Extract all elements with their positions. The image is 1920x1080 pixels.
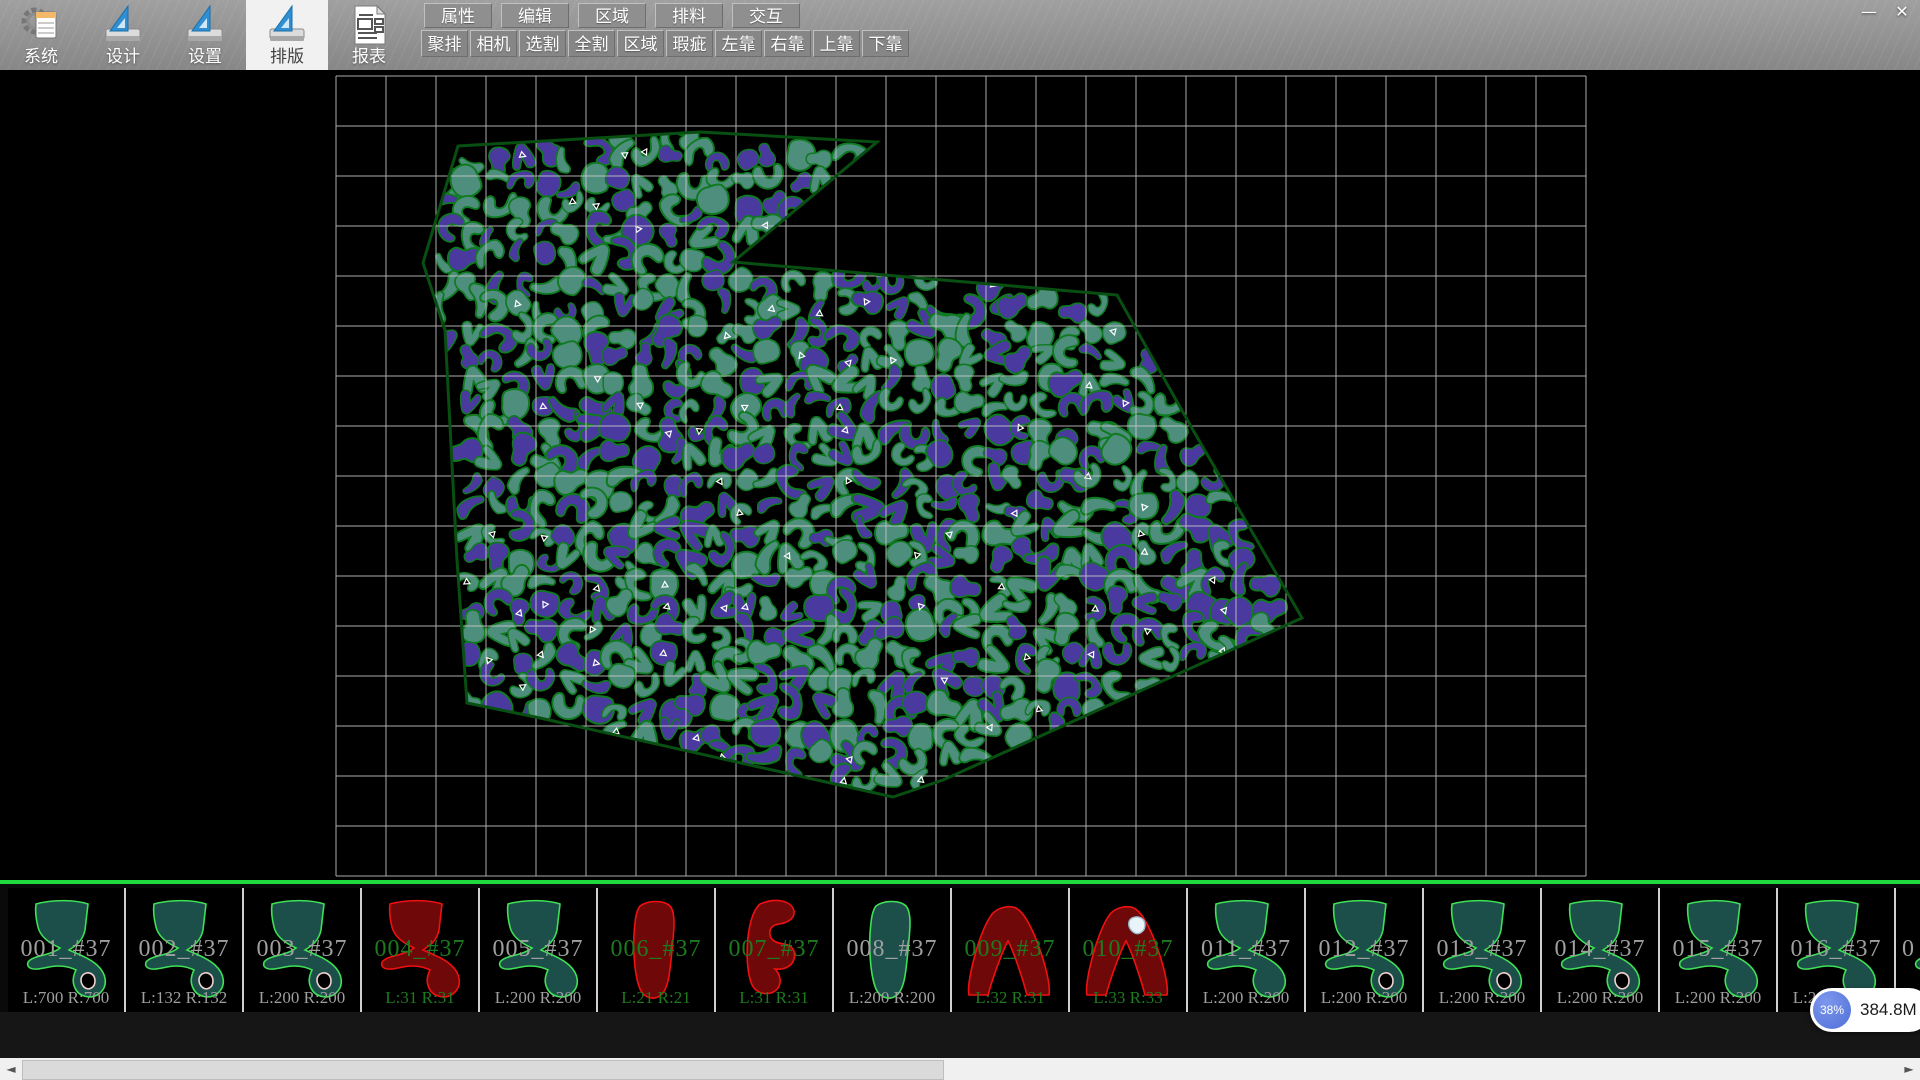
close-button[interactable]: ✕	[1888, 2, 1916, 22]
part-lr-count: L:31 R:31	[362, 988, 478, 1008]
part-lr-count: L:21 R:21	[598, 988, 714, 1008]
part-id: 0	[1896, 936, 1920, 963]
design-ruler-icon	[101, 3, 145, 47]
part-id: 007_#37	[716, 936, 832, 963]
ribbon-toolbar: 系统设计设置排版报表 属性编辑区域排料交互 聚排相机选割全割区域瑕疵左靠右靠上靠…	[0, 0, 1920, 70]
part-lr-count: L:200 R:200	[834, 988, 950, 1008]
tool-defect[interactable]: 瑕疵	[666, 30, 713, 57]
report-doc-icon	[347, 3, 391, 47]
part-id: 008_#37	[834, 936, 950, 963]
part-thumbnail-8[interactable]: 008_#37 L:200 R:200	[834, 888, 952, 1012]
parts-panel: 001_#37L:700 R:700002_#37L:132 R:132003_…	[0, 880, 1920, 1012]
part-id: 003_#37	[244, 936, 360, 963]
part-id: 002_#37	[126, 936, 242, 963]
part-lr-count: L:200 R:200	[1542, 988, 1658, 1008]
part-thumbnail-13[interactable]: 013_#37 L:200 R:200	[1424, 888, 1542, 1012]
part-thumbnail-6[interactable]: 006_#37 L:21 R:21	[598, 888, 716, 1012]
main-button-label: 排版	[246, 47, 328, 67]
part-lr-count: L:200 R:200	[480, 988, 596, 1008]
main-button-layout[interactable]: 排版	[246, 0, 328, 70]
tool-align-top[interactable]: 上靠	[813, 30, 860, 57]
main-button-label: 系统	[0, 47, 82, 67]
part-lr-count: L:32 R:31	[952, 988, 1068, 1008]
part-id: 001_#37	[8, 936, 124, 963]
part-id: 013_#37	[1424, 936, 1540, 963]
scroll-right-icon[interactable]: ►	[1898, 1058, 1920, 1080]
part-thumbnail-12[interactable]: 012_#37 L:200 R:200	[1306, 888, 1424, 1012]
system-gear-icon	[19, 3, 63, 47]
part-id: 014_#37	[1542, 936, 1658, 963]
nested-pieces-layer	[426, 116, 1289, 802]
part-lr-count: L:700 R:700	[8, 988, 124, 1008]
tab-interact[interactable]: 交互	[732, 3, 800, 28]
part-id: 016_#37	[1778, 936, 1894, 963]
part-lr-count: L:200 R:200	[1306, 988, 1422, 1008]
part-thumbnail-2[interactable]: 002_#37 L:132 R:132	[126, 888, 244, 1012]
tool-region[interactable]: 区域	[617, 30, 664, 57]
application-window: 系统设计设置排版报表 属性编辑区域排料交互 聚排相机选割全割区域瑕疵左靠右靠上靠…	[0, 0, 1920, 1080]
tool-cluster-nest[interactable]: 聚排	[421, 30, 468, 57]
part-id: 009_#37	[952, 936, 1068, 963]
nesting-canvas[interactable]	[0, 70, 1920, 880]
main-button-design[interactable]: 设计	[82, 0, 164, 70]
main-button-label: 设置	[164, 47, 246, 67]
tab-region[interactable]: 区域	[578, 3, 646, 28]
part-lr-count: L:200 R:200	[1188, 988, 1304, 1008]
memory-readout: 384.8M	[1860, 1000, 1917, 1020]
part-thumbnail-11[interactable]: 011_#37 L:200 R:200	[1188, 888, 1306, 1012]
part-thumbnail-3[interactable]: 003_#37 L:200 R:200	[244, 888, 362, 1012]
part-thumbnail-7[interactable]: 007_#37 L:31 R:31	[716, 888, 834, 1012]
tool-camera[interactable]: 相机	[470, 30, 517, 57]
main-button-system[interactable]: 系统	[0, 0, 82, 70]
tool-align-left[interactable]: 左靠	[715, 30, 762, 57]
part-lr-count: L:132 R:132	[126, 988, 242, 1008]
part-lr-count: L:200 R:200	[244, 988, 360, 1008]
part-thumbnail-10[interactable]: 010_#37 L:33 R:33	[1070, 888, 1188, 1012]
canvas-svg	[0, 70, 1920, 880]
tool-cut-all[interactable]: 全割	[568, 30, 615, 57]
part-id: 011_#37	[1188, 936, 1304, 963]
part-lr-count: L:31 R:31	[716, 988, 832, 1008]
part-lr-count: L:200 R:200	[1424, 988, 1540, 1008]
main-button-label: 设计	[82, 47, 164, 67]
progress-badge: 38%	[1813, 991, 1851, 1029]
part-thumbnail-15[interactable]: 015_#37 L:200 R:200	[1660, 888, 1778, 1012]
progress-pill: 38% 384.8M	[1810, 988, 1920, 1032]
tab-edit[interactable]: 编辑	[501, 3, 569, 28]
part-thumbnail-9[interactable]: 009_#37 L:32 R:31	[952, 888, 1070, 1012]
part-lr-count: L:33 R:33	[1070, 988, 1186, 1008]
part-id: 010_#37	[1070, 936, 1186, 963]
part-id: 015_#37	[1660, 936, 1776, 963]
tool-align-right[interactable]: 右靠	[764, 30, 811, 57]
main-button-settings[interactable]: 设置	[164, 0, 246, 70]
part-thumbnail-4[interactable]: 004_#37 L:31 R:31	[362, 888, 480, 1012]
settings-ruler-icon	[183, 3, 227, 47]
tab-nesting[interactable]: 排料	[655, 3, 723, 28]
scroll-left-icon[interactable]: ◄	[0, 1058, 22, 1080]
minimize-button[interactable]: —	[1855, 2, 1883, 22]
horizontal-scrollbar[interactable]: ◄ ►	[0, 1058, 1920, 1080]
part-id: 005_#37	[480, 936, 596, 963]
part-id: 006_#37	[598, 936, 714, 963]
part-thumbnail-5[interactable]: 005_#37 L:200 R:200	[480, 888, 598, 1012]
layout-ruler-icon	[265, 3, 309, 47]
bottom-gap	[0, 1012, 1920, 1058]
part-lr-count: L:200 R:200	[1660, 988, 1776, 1008]
main-button-label: 报表	[328, 47, 410, 67]
part-id: 012_#37	[1306, 936, 1422, 963]
tab-properties[interactable]: 属性	[424, 3, 492, 28]
part-id: 004_#37	[362, 936, 478, 963]
scrollbar-thumb[interactable]	[22, 1060, 944, 1080]
part-thumbnail-14[interactable]: 014_#37 L:200 R:200	[1542, 888, 1660, 1012]
main-button-report[interactable]: 报表	[328, 0, 410, 70]
tool-select-cut[interactable]: 选割	[519, 30, 566, 57]
tool-align-bottom[interactable]: 下靠	[862, 30, 909, 57]
part-thumbnail-1[interactable]: 001_#37 L:700 R:700	[8, 888, 126, 1012]
